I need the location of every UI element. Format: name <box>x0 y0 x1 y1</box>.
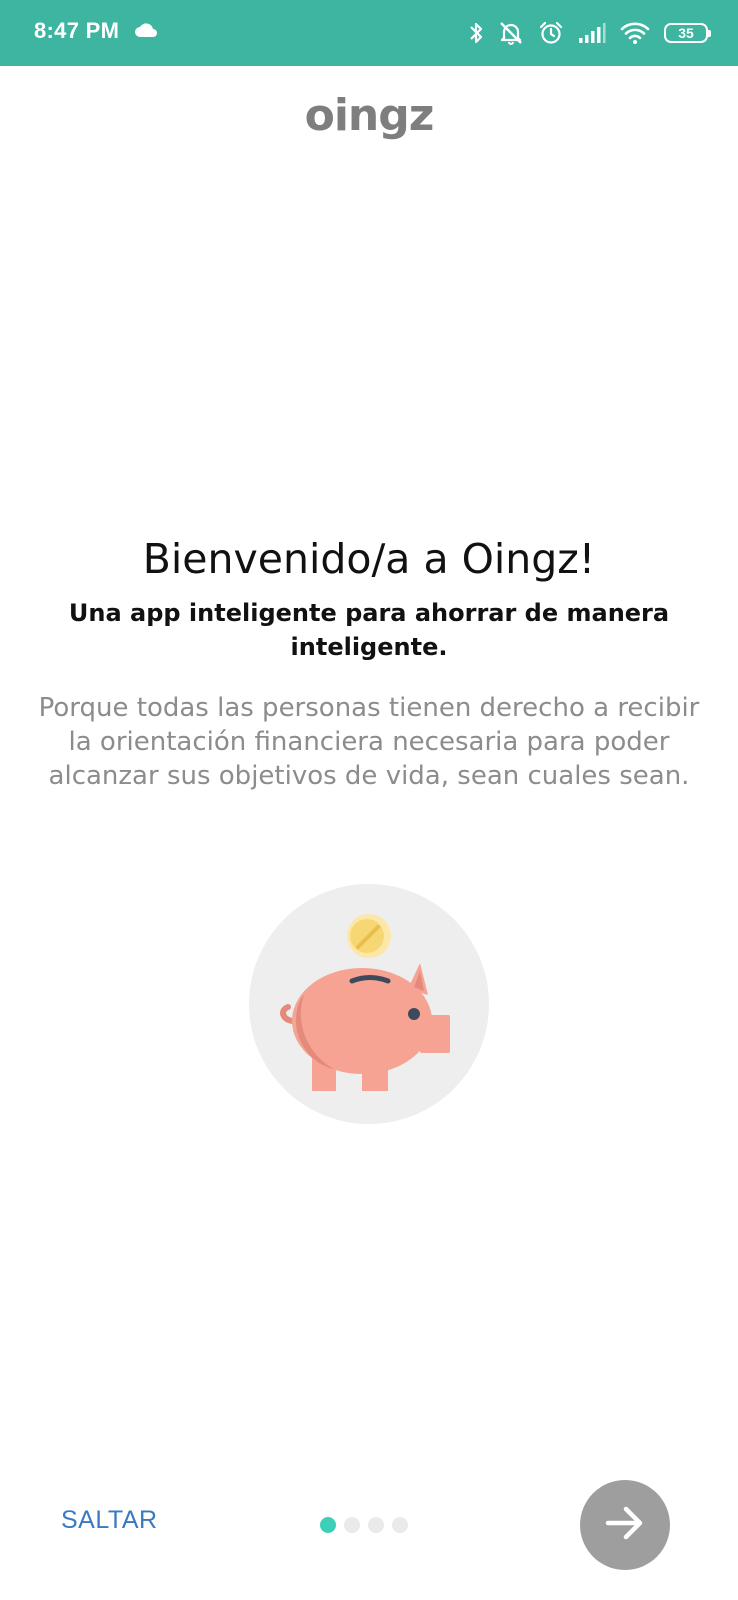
piggy-bank-icon <box>249 884 489 1124</box>
bluetooth-icon <box>468 20 484 46</box>
piggy-bank-illustration <box>248 883 490 1125</box>
cloud-icon <box>134 22 158 43</box>
next-button[interactable] <box>580 1480 670 1570</box>
page-dot-1[interactable] <box>320 1517 336 1533</box>
status-time: 8:47 PM <box>34 18 120 43</box>
wifi-icon <box>620 21 650 45</box>
welcome-title: Bienvenido/a a Oingz! <box>142 535 596 583</box>
page-dot-2[interactable] <box>344 1517 360 1533</box>
status-bar: 8:47 PM 35 <box>0 0 738 66</box>
alarm-off-icon <box>498 20 524 46</box>
welcome-description: Porque todas las personas tienen derecho… <box>38 693 700 791</box>
page-dot-3[interactable] <box>368 1517 384 1533</box>
page-dot-4[interactable] <box>392 1517 408 1533</box>
welcome-subtitle: Una app inteligente para ahorrar de mane… <box>68 599 670 661</box>
skip-button[interactable]: SALTAR <box>61 1506 158 1535</box>
arrow-right-icon <box>602 1500 648 1551</box>
signal-icon <box>578 22 606 44</box>
page-indicator <box>320 1517 408 1533</box>
battery-icon: 35 <box>664 23 711 43</box>
battery-level: 35 <box>678 25 694 41</box>
alarm-clock-icon <box>538 20 564 46</box>
status-icons: 35 <box>468 18 711 48</box>
app-logo: oingz <box>304 90 435 141</box>
